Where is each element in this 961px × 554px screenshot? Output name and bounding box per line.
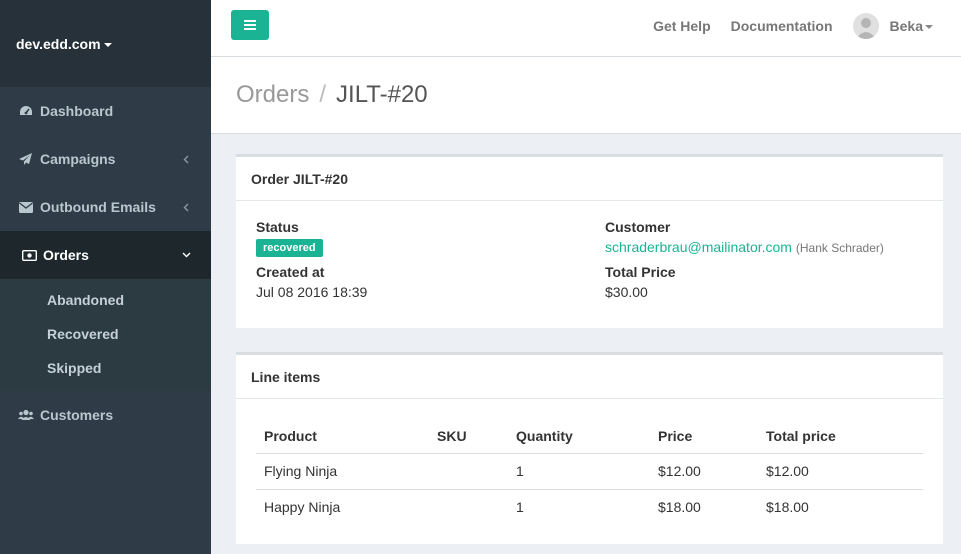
users-icon	[18, 408, 34, 422]
sidebar-item-campaigns[interactable]: Campaigns	[0, 135, 211, 183]
sidebar-item-outbound-emails[interactable]: Outbound Emails	[0, 183, 211, 231]
cell-price: $18.00	[658, 499, 701, 516]
chevron-down-icon	[181, 250, 191, 260]
caret-down-icon	[103, 43, 112, 47]
sidebar-item-dashboard[interactable]: Dashboard	[0, 87, 211, 135]
sidebar-nav: Dashboard Campaigns Outbound Emails Orde…	[0, 87, 211, 439]
column-header-sku: SKU	[429, 419, 508, 454]
table-row: Happy Ninja 1 $18.00 $18.00	[256, 489, 923, 525]
order-details-body: Status recovered Created at Jul 08 2016 …	[236, 201, 943, 325]
line-items-table: Product SKU Quantity Price Total price F…	[256, 419, 923, 525]
orders-submenu-wrapper: Abandoned Recovered Skipped	[0, 279, 211, 391]
line-items-panel: Line items Product SKU Quantity Price To…	[236, 352, 943, 544]
cell-sku	[429, 453, 508, 490]
site-name: dev.edd.com	[16, 35, 101, 52]
created-at-label: Created at	[256, 264, 325, 280]
cell-total-price: $18.00	[766, 499, 809, 516]
customer-name: (Hank Schrader)	[795, 241, 884, 255]
cell-total-price: $12.00	[758, 453, 923, 490]
cell-product: Flying Ninja	[256, 453, 429, 490]
column-header-quantity: Quantity	[508, 419, 650, 454]
documentation-link[interactable]: Documentation	[731, 18, 833, 34]
breadcrumb-separator: /	[319, 81, 327, 108]
avatar	[852, 13, 879, 39]
site-switcher[interactable]: dev.edd.com	[0, 0, 211, 87]
column-header-price: Price	[650, 419, 758, 454]
sidebar-item-label: Dashboard	[40, 103, 114, 119]
sidebar-item-label: Customers	[40, 407, 114, 423]
order-details-panel: Order JILT-#20 Status recovered Created …	[236, 154, 943, 328]
status-label: Status	[256, 219, 299, 235]
sidebar-item-orders[interactable]: Orders	[0, 231, 211, 279]
submenu-item-recovered[interactable]: Recovered	[0, 317, 211, 351]
status-badge: recovered	[256, 239, 323, 257]
submenu-item-skipped[interactable]: Skipped	[0, 351, 211, 385]
caret-down-icon	[925, 25, 933, 29]
cell-price: $12.00	[650, 453, 758, 490]
user-menu[interactable]: Beka	[852, 13, 933, 39]
get-help-link[interactable]: Get Help	[653, 18, 711, 34]
top-header: Get Help Documentation Beka	[211, 0, 961, 57]
customer-label: Customer	[605, 219, 671, 235]
submenu-item-abandoned[interactable]: Abandoned	[0, 283, 211, 317]
sidebar-item-label: Orders	[43, 247, 89, 263]
chevron-left-icon	[181, 154, 191, 164]
column-header-product: Product	[256, 419, 429, 454]
order-panel-title: Order JILT-#20	[236, 157, 943, 201]
dashboard-icon	[18, 104, 34, 118]
line-items-title: Line items	[236, 355, 943, 399]
chevron-left-icon	[181, 202, 191, 212]
table-header-row: Product SKU Quantity Price Total price	[256, 419, 923, 454]
created-at-value: Jul 08 2016 18:39	[256, 284, 368, 300]
envelope-icon	[18, 200, 34, 214]
sidebar: dev.edd.com Dashboard Campaigns Outbound…	[0, 0, 211, 554]
total-price-label: Total Price	[605, 264, 676, 280]
column-header-total-price: Total price	[758, 419, 923, 454]
customer-email-link[interactable]: schraderbrau@mailinator.com	[605, 239, 792, 255]
breadcrumb: Orders / JILT-#20	[211, 57, 961, 134]
orders-submenu: Abandoned Recovered Skipped	[0, 279, 211, 391]
sidebar-item-label: Outbound Emails	[40, 199, 156, 215]
breadcrumb-orders-link[interactable]: Orders	[236, 81, 309, 109]
page-title: JILT-#20	[336, 81, 428, 108]
cell-quantity: 1	[508, 453, 650, 490]
sidebar-item-label: Campaigns	[40, 151, 116, 167]
user-name: Beka	[889, 18, 923, 34]
customer-value: schraderbrau@mailinator.com (Hank Schrad…	[605, 239, 884, 255]
cell-product: Happy Ninja	[264, 499, 341, 516]
header-links: Get Help Documentation Beka	[633, 0, 933, 52]
cell-sku	[429, 489, 508, 525]
hamburger-icon	[244, 17, 256, 33]
table-row: Flying Ninja 1 $12.00 $12.00	[256, 453, 923, 490]
paper-plane-icon	[18, 152, 34, 166]
cell-quantity: 1	[516, 499, 524, 516]
total-price-value: $30.00	[605, 284, 648, 300]
sidebar-toggle-button[interactable]	[231, 10, 269, 40]
money-icon	[21, 248, 37, 262]
sidebar-item-customers[interactable]: Customers	[0, 391, 211, 439]
